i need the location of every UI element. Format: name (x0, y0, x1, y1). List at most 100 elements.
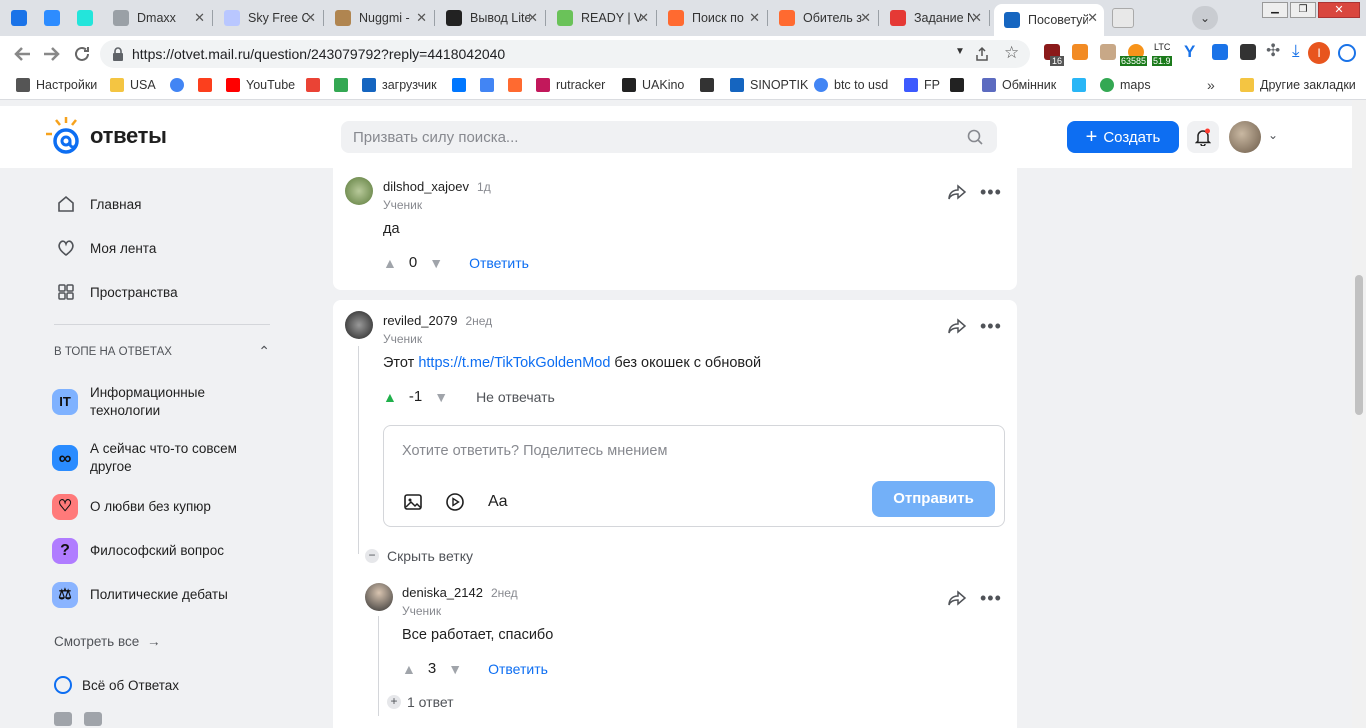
bookmark-item[interactable] (198, 78, 218, 92)
share-page-icon[interactable] (974, 46, 990, 62)
reply-textarea[interactable]: Хотите ответить? Поделитесь мнением (384, 426, 1004, 472)
new-tab-button[interactable] (1112, 8, 1134, 28)
show-replies-toggle[interactable]: + 1 ответ (387, 694, 454, 710)
upvote-icon[interactable]: ▲ (402, 661, 416, 677)
bookmark-item[interactable] (170, 78, 190, 92)
more-icon[interactable]: ••• (980, 316, 1002, 337)
otvety-logo[interactable]: ответы (46, 116, 167, 156)
downloads-icon[interactable]: ⤓ (1292, 41, 1300, 61)
bookmark-item[interactable]: Настройки (16, 78, 97, 92)
bookmark-item[interactable]: SINOPTIK (730, 78, 808, 92)
close-window-button[interactable]: ✕ (1318, 2, 1360, 18)
bookmark-item[interactable] (1072, 78, 1092, 92)
url-text[interactable]: https://otvet.mail.ru/question/243079792… (132, 46, 505, 62)
send-button[interactable]: Отправить (872, 481, 995, 517)
cancel-reply-link[interactable]: Не отвечать (476, 389, 555, 405)
see-all-link[interactable]: Смотреть все → (54, 634, 161, 649)
close-tab-icon[interactable]: ✕ (1087, 10, 1098, 26)
browser-tab[interactable] (70, 4, 100, 32)
bookmark-item[interactable]: USA (110, 78, 156, 92)
bookmark-item[interactable]: btc to usd (814, 78, 888, 92)
forward-icon[interactable] (42, 45, 62, 63)
bookmark-item[interactable] (700, 78, 720, 92)
downvote-icon[interactable]: ▼ (448, 661, 462, 677)
avatar[interactable] (345, 311, 373, 339)
text-format-icon[interactable]: Aa (488, 493, 508, 511)
bookmark-item[interactable] (950, 78, 970, 92)
puzzle-icon[interactable]: ✣ (1266, 41, 1280, 61)
share-icon[interactable] (947, 590, 967, 608)
top-section-header[interactable]: В ТОПЕ НА ОТВЕТАХ ⌃ (54, 343, 270, 360)
close-tab-icon[interactable]: ✕ (638, 10, 649, 26)
back-icon[interactable] (12, 45, 32, 63)
terminal-icon[interactable] (1240, 44, 1256, 60)
bookmark-item[interactable]: maps (1100, 78, 1151, 92)
downvote-icon[interactable]: ▼ (429, 255, 443, 271)
bookmark-item[interactable]: UAKino (622, 78, 684, 92)
bookmark-star-icon[interactable]: ☆ (1004, 43, 1019, 63)
chevron-up-icon[interactable]: ⌃ (258, 343, 270, 360)
search-icon[interactable] (967, 129, 983, 145)
bookmark-item[interactable] (452, 78, 472, 92)
menu-globe-icon[interactable] (1338, 44, 1356, 62)
search-input[interactable]: Призвать силу поиска... (341, 121, 997, 153)
share-icon[interactable] (947, 318, 967, 336)
reply-link[interactable]: Ответить (469, 255, 529, 271)
address-bar[interactable]: https://otvet.mail.ru/question/243079792… (100, 40, 1030, 68)
browser-tab[interactable]: Поиск по ✕ (658, 4, 766, 32)
avatar[interactable] (345, 177, 373, 205)
reply-link[interactable]: Ответить (488, 661, 548, 677)
maximize-button[interactable]: ❐ (1290, 2, 1316, 18)
bookmark-item[interactable] (334, 78, 354, 92)
reload-icon[interactable] (72, 44, 92, 64)
close-tab-icon[interactable]: ✕ (749, 10, 760, 26)
telegram-icon[interactable] (84, 712, 102, 726)
more-icon[interactable]: ••• (980, 588, 1002, 609)
user-avatar[interactable] (1229, 121, 1261, 153)
browser-tab[interactable] (4, 4, 34, 32)
video-icon[interactable] (445, 492, 465, 512)
answer-author[interactable]: deniska_2142 (402, 585, 483, 600)
answer-author[interactable]: dilshod_xajoev (383, 179, 469, 194)
dropdown-arrow-icon[interactable]: ▼ (955, 46, 965, 57)
bookmark-item[interactable]: rutracker (536, 78, 605, 92)
chevron-down-icon[interactable]: ⌄ (1268, 128, 1278, 142)
brave-icon[interactable] (1072, 44, 1088, 60)
image-icon[interactable] (403, 492, 423, 512)
browser-tab[interactable]: READY | V ✕ (547, 4, 655, 32)
robot-icon[interactable] (1100, 44, 1116, 60)
topic-politics[interactable]: ⚖ Политические дебаты (52, 582, 228, 608)
upvote-icon[interactable]: ▲ (383, 255, 397, 271)
profile-avatar[interactable]: I (1308, 42, 1330, 64)
answer-link[interactable]: https://t.me/TikTokGoldenMod (418, 355, 610, 371)
browser-tab[interactable]: Задание N ✕ (880, 4, 988, 32)
browser-tab[interactable]: Вывод Lite ✕ (436, 4, 544, 32)
more-icon[interactable]: ••• (980, 182, 1002, 203)
close-tab-icon[interactable]: ✕ (860, 10, 871, 26)
create-button[interactable]: + Создать (1067, 121, 1179, 153)
share-icon[interactable] (947, 184, 967, 202)
bookmark-item[interactable] (306, 78, 326, 92)
topic-something-else[interactable]: ∞ А сейчас что-то совсем другое (52, 440, 237, 476)
hide-branch-toggle[interactable]: − Скрыть ветку (365, 548, 473, 564)
bookmark-item[interactable]: YouTube (226, 78, 295, 92)
download-ext-icon[interactable] (1212, 44, 1228, 60)
scrollbar-thumb[interactable] (1355, 275, 1363, 415)
downvote-icon[interactable]: ▼ (434, 389, 448, 405)
other-bookmarks[interactable]: Другие закладки (1240, 78, 1356, 92)
tab-search-button[interactable]: ⌄ (1192, 6, 1218, 30)
sidebar-item-spaces[interactable]: Пространства (56, 282, 178, 302)
topic-it[interactable]: IT Информационные технологии (52, 384, 205, 420)
close-tab-icon[interactable]: ✕ (416, 10, 427, 26)
browser-tab[interactable]: Nuggmi - ✕ (325, 4, 433, 32)
browser-tab[interactable]: Sky Free C ✕ (214, 4, 322, 32)
browser-tab[interactable]: Dmaxx ✕ (103, 4, 211, 32)
sidebar-item-feed[interactable]: Моя лента (56, 238, 156, 258)
bookmark-item[interactable] (480, 78, 500, 92)
close-tab-icon[interactable]: ✕ (305, 10, 316, 26)
close-tab-icon[interactable]: ✕ (527, 10, 538, 26)
bookmark-item[interactable]: Обмінник (982, 78, 1056, 92)
browser-tab[interactable]: Обитель з ✕ (769, 4, 877, 32)
upvote-icon[interactable]: ▲ (383, 389, 397, 405)
bookmark-item[interactable]: FP (904, 78, 940, 92)
